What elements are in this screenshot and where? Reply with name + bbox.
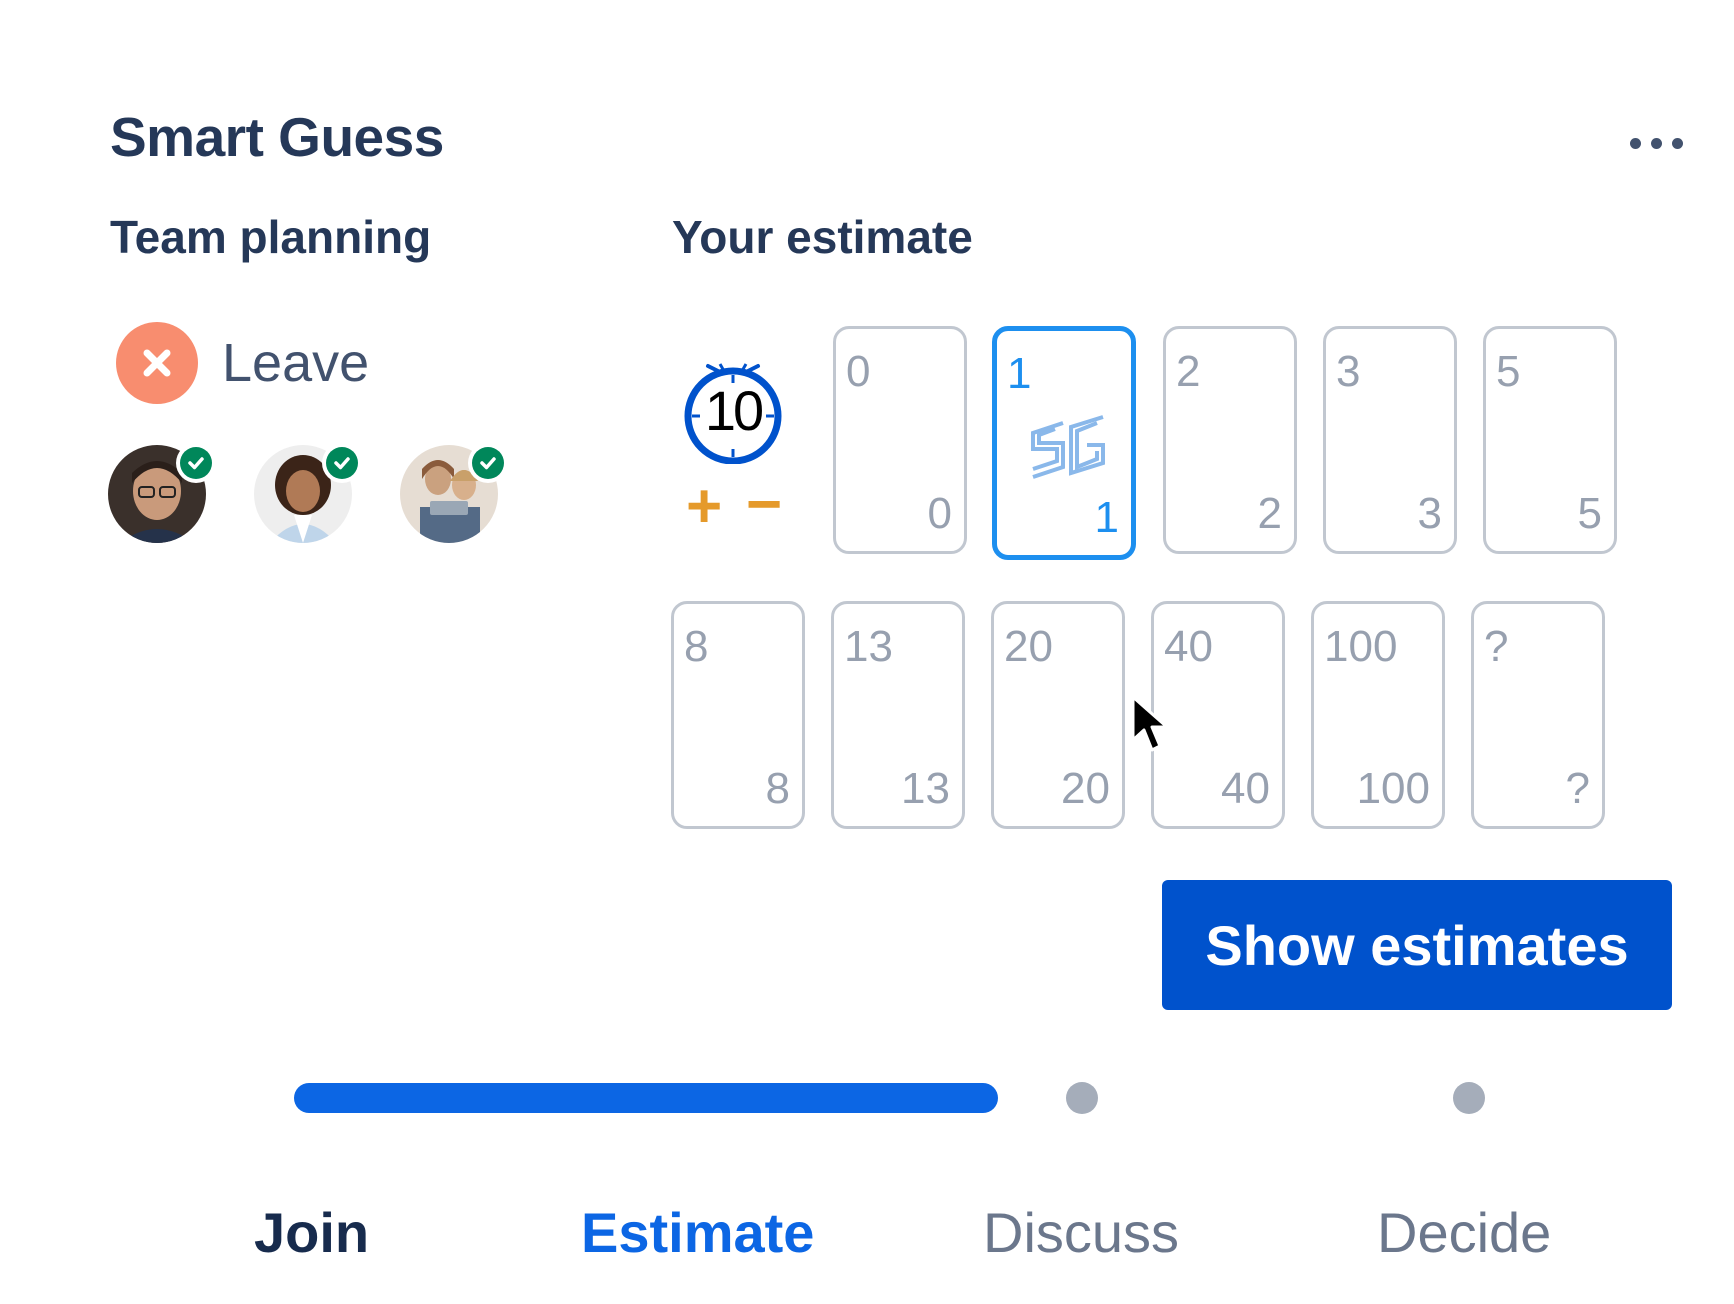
estimate-card-3[interactable]: 3 3	[1323, 326, 1457, 554]
leave-label: Leave	[222, 333, 370, 393]
smart-guess-logo-icon	[1031, 415, 1105, 479]
app-title: Smart Guess	[110, 106, 444, 168]
card-value-bottom: 13	[901, 764, 950, 813]
more-options-button[interactable]	[1616, 128, 1696, 158]
card-value-bottom: 1	[1094, 493, 1119, 542]
participant-avatar	[400, 443, 508, 543]
estimate-card-unknown[interactable]: ? ?	[1471, 601, 1605, 829]
card-value-top: 13	[844, 622, 893, 671]
estimate-card-40[interactable]: 40 40	[1151, 601, 1285, 829]
timer-decrease-button[interactable]: −	[746, 474, 782, 536]
card-value-bottom: 3	[1417, 489, 1442, 538]
estimate-card-5[interactable]: 5 5	[1483, 326, 1617, 554]
card-value-bottom: 40	[1221, 764, 1270, 813]
card-value-top: 0	[846, 347, 871, 396]
estimate-card-20[interactable]: 20 20	[991, 601, 1125, 829]
timer-increase-button[interactable]: +	[686, 476, 722, 538]
card-value-top: 5	[1496, 347, 1521, 396]
estimate-card-100[interactable]: 100 100	[1311, 601, 1445, 829]
card-value-top: 100	[1324, 622, 1398, 671]
participant-avatar	[108, 443, 216, 543]
card-value-bottom: 100	[1356, 764, 1430, 813]
participant-avatar	[254, 443, 362, 543]
card-value-bottom: 2	[1257, 489, 1282, 538]
smart-guess-panel: Smart Guess Team planning Your estimate …	[0, 0, 1734, 1304]
card-value-bottom: 0	[927, 489, 952, 538]
card-value-top: 3	[1336, 347, 1361, 396]
card-value-top: 20	[1004, 622, 1053, 671]
participant-list	[108, 443, 508, 543]
estimate-card-13[interactable]: 13 13	[831, 601, 965, 829]
estimate-card-0[interactable]: 0 0	[833, 326, 967, 554]
step-join[interactable]: Join	[254, 1200, 369, 1265]
card-value-bottom: 5	[1577, 489, 1602, 538]
ready-check-icon	[322, 443, 362, 483]
step-estimate[interactable]: Estimate	[581, 1200, 814, 1265]
progress-fill	[294, 1083, 998, 1113]
card-value-top: 8	[684, 622, 709, 671]
team-section-title: Team planning	[110, 211, 432, 263]
leave-button[interactable]: Leave	[116, 322, 369, 404]
step-discuss[interactable]: Discuss	[983, 1200, 1179, 1265]
estimate-section-title: Your estimate	[672, 211, 973, 263]
card-value-top: 40	[1164, 622, 1213, 671]
progress-track	[294, 1082, 1485, 1114]
card-value-top: ?	[1484, 622, 1509, 671]
card-value-bottom: 8	[765, 764, 790, 813]
estimate-timer: 10 + −	[676, 340, 796, 538]
timer-value: 10	[704, 379, 764, 442]
estimate-card-1-selected[interactable]: 1 1	[992, 326, 1136, 560]
ready-check-icon	[468, 443, 508, 483]
mouse-pointer-icon	[1131, 695, 1169, 752]
ready-check-icon	[176, 443, 216, 483]
more-horizontal-icon	[1629, 137, 1641, 149]
step-dot-decide	[1453, 1082, 1485, 1114]
more-dot	[1671, 137, 1683, 149]
more-dot	[1650, 137, 1662, 149]
estimate-card-2[interactable]: 2 2	[1163, 326, 1297, 554]
card-value-top: 1	[1007, 349, 1032, 398]
step-dot-discuss	[1066, 1082, 1098, 1114]
show-estimates-button[interactable]: Show estimates	[1162, 880, 1672, 1010]
card-value-bottom: 20	[1061, 764, 1110, 813]
card-value-bottom: ?	[1565, 764, 1590, 813]
estimate-card-8[interactable]: 8 8	[671, 601, 805, 829]
close-icon	[116, 322, 198, 404]
card-value-top: 2	[1176, 347, 1201, 396]
step-decide[interactable]: Decide	[1377, 1200, 1551, 1265]
